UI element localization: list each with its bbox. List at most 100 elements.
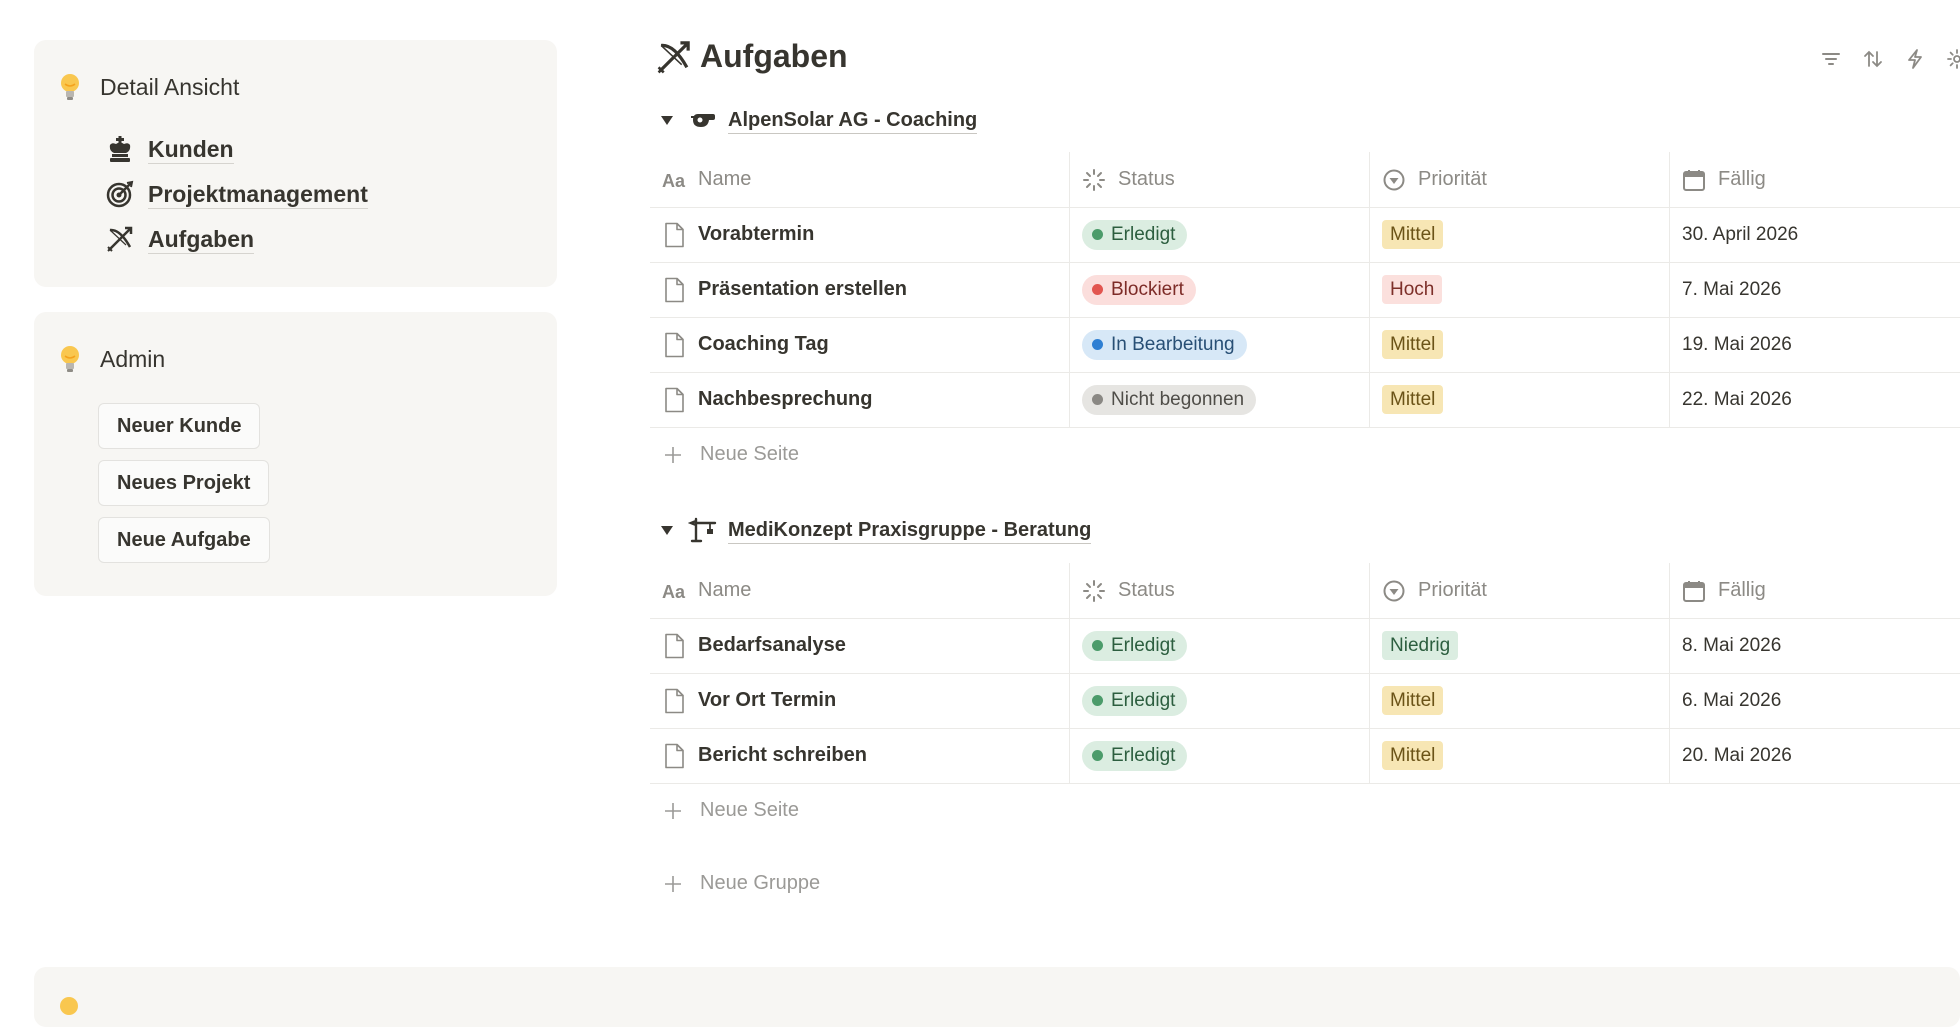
- priority-cell[interactable]: Niedrig: [1369, 618, 1669, 673]
- due-cell[interactable]: 30. April 2026: [1669, 207, 1960, 262]
- status-cell[interactable]: Blockiert: [1069, 262, 1369, 317]
- add-page-label: Neue Seite: [700, 799, 799, 821]
- nav-link-aufgaben[interactable]: Aufgaben: [106, 221, 255, 257]
- status-label: In Bearbeitung: [1111, 333, 1235, 355]
- due-date: 19. Mai 2026: [1682, 333, 1792, 355]
- task-name: Bericht schreiben: [698, 744, 867, 766]
- archery-icon: [657, 40, 690, 73]
- name-cell[interactable]: Vor Ort Termin: [650, 673, 1069, 728]
- lightbulb-icon: [61, 346, 79, 372]
- lightbulb-icon: [61, 74, 79, 100]
- due-date: 8. Mai 2026: [1682, 634, 1782, 656]
- new-project-button[interactable]: Neues Projekt: [98, 460, 270, 506]
- status-cell[interactable]: In Bearbeitung: [1069, 317, 1369, 372]
- nav-link-projektmanagement[interactable]: Projektmanagement: [106, 176, 368, 212]
- due-cell[interactable]: 8. Mai 2026: [1669, 618, 1960, 673]
- sort-icon: [1864, 50, 1882, 68]
- status-badge: In Bearbeitung: [1082, 329, 1247, 360]
- next-section-card: [34, 967, 1960, 1027]
- name-cell[interactable]: Nachbesprechung: [650, 372, 1069, 427]
- select-property-icon: [1383, 169, 1405, 190]
- table-row[interactable]: Bericht schreiben Erledigt Mittel 20. Ma…: [650, 728, 1960, 784]
- priority-tag: Hoch: [1382, 275, 1443, 304]
- due-cell[interactable]: 20. Mai 2026: [1669, 728, 1960, 783]
- automation-button[interactable]: [1904, 48, 1926, 70]
- column-header-label: Name: [698, 579, 752, 601]
- new-customer-button[interactable]: Neuer Kunde: [98, 403, 261, 449]
- due-cell[interactable]: 7. Mai 2026: [1669, 262, 1960, 317]
- status-dot: [1092, 695, 1103, 706]
- group-title[interactable]: AlpenSolar AG - Coaching: [728, 107, 978, 134]
- status-badge: Erledigt: [1082, 219, 1188, 250]
- page-icon: [665, 277, 684, 302]
- collapse-triangle-icon[interactable]: [660, 113, 674, 127]
- name-cell[interactable]: Vorabtermin: [650, 207, 1069, 262]
- priority-cell[interactable]: Mittel: [1369, 728, 1669, 783]
- table-row[interactable]: Vorabtermin Erledigt Mittel 30. April 20…: [650, 207, 1960, 263]
- collapse-triangle-icon[interactable]: [660, 523, 674, 537]
- table-row[interactable]: Vor Ort Termin Erledigt Mittel 6. Mai 20…: [650, 673, 1960, 729]
- add-page-button[interactable]: Neue Seite: [650, 427, 799, 482]
- target-icon: [106, 180, 134, 208]
- column-header-name[interactable]: Aa Name: [650, 563, 1069, 618]
- table-row[interactable]: Bedarfsanalyse Erledigt Niedrig 8. Mai 2…: [650, 618, 1960, 674]
- name-cell[interactable]: Bedarfsanalyse: [650, 618, 1069, 673]
- column-header-priority[interactable]: Priorität: [1369, 152, 1669, 207]
- add-page-button[interactable]: Neue Seite: [650, 783, 799, 838]
- column-header-due[interactable]: Fällig: [1669, 152, 1960, 207]
- column-header-status[interactable]: Status: [1069, 563, 1369, 618]
- filter-button[interactable]: [1820, 48, 1842, 70]
- table-row[interactable]: Coaching Tag In Bearbeitung Mittel 19. M…: [650, 317, 1960, 373]
- priority-tag: Mittel: [1382, 741, 1444, 770]
- column-header-priority[interactable]: Priorität: [1369, 563, 1669, 618]
- column-header-name[interactable]: Aa Name: [650, 152, 1069, 207]
- status-label: Blockiert: [1111, 278, 1184, 300]
- status-cell[interactable]: Erledigt: [1069, 673, 1369, 728]
- column-header-due[interactable]: Fällig: [1669, 563, 1960, 618]
- priority-cell[interactable]: Mittel: [1369, 372, 1669, 427]
- status-dot: [1092, 339, 1103, 350]
- page-icon: [665, 222, 684, 247]
- status-cell[interactable]: Erledigt: [1069, 207, 1369, 262]
- group-title[interactable]: MediKonzept Praxisgruppe - Beratung: [728, 517, 1092, 544]
- add-group-button[interactable]: Neue Gruppe: [650, 856, 820, 911]
- status-cell[interactable]: Erledigt: [1069, 618, 1369, 673]
- status-dot: [1092, 750, 1103, 761]
- table-row[interactable]: Präsentation erstellen Blockiert Hoch 7.…: [650, 262, 1960, 318]
- name-cell[interactable]: Präsentation erstellen: [650, 262, 1069, 317]
- automation-icon: [1908, 49, 1922, 69]
- status-label: Erledigt: [1111, 744, 1176, 766]
- due-cell[interactable]: 19. Mai 2026: [1669, 317, 1960, 372]
- status-cell[interactable]: Nicht begonnen: [1069, 372, 1369, 427]
- task-name: Vor Ort Termin: [698, 689, 837, 711]
- priority-tag: Mittel: [1382, 686, 1444, 715]
- column-header-label: Name: [698, 168, 752, 190]
- nav-link-kunden[interactable]: Kunden: [106, 131, 234, 167]
- status-cell[interactable]: Erledigt: [1069, 728, 1369, 783]
- due-cell[interactable]: 6. Mai 2026: [1669, 673, 1960, 728]
- name-cell[interactable]: Coaching Tag: [650, 317, 1069, 372]
- status-label: Erledigt: [1111, 689, 1176, 711]
- priority-cell[interactable]: Mittel: [1369, 317, 1669, 372]
- status-label: Erledigt: [1111, 223, 1176, 245]
- priority-cell[interactable]: Mittel: [1369, 207, 1669, 262]
- text-property-icon: Aa: [662, 171, 686, 191]
- table-row[interactable]: Nachbesprechung Nicht begonnen Mittel 22…: [650, 372, 1960, 428]
- name-cell[interactable]: Bericht schreiben: [650, 728, 1069, 783]
- column-header-status[interactable]: Status: [1069, 152, 1369, 207]
- status-badge: Erledigt: [1082, 685, 1188, 716]
- priority-cell[interactable]: Hoch: [1369, 262, 1669, 317]
- plus-icon: [665, 875, 681, 892]
- sort-button[interactable]: [1862, 48, 1884, 70]
- status-dot: [1092, 394, 1103, 405]
- priority-cell[interactable]: Mittel: [1369, 673, 1669, 728]
- settings-button[interactable]: [1946, 48, 1960, 70]
- priority-tag: Mittel: [1382, 385, 1444, 414]
- status-badge: Blockiert: [1082, 274, 1196, 305]
- due-cell[interactable]: 22. Mai 2026: [1669, 372, 1960, 427]
- whistle-icon: [691, 114, 715, 127]
- svg-text:Aa: Aa: [662, 582, 686, 602]
- table-header-row: Aa Name Status Priorität Fällig: [650, 152, 1960, 208]
- new-task-button[interactable]: Neue Aufgabe: [98, 517, 270, 563]
- priority-tag: Niedrig: [1382, 631, 1459, 660]
